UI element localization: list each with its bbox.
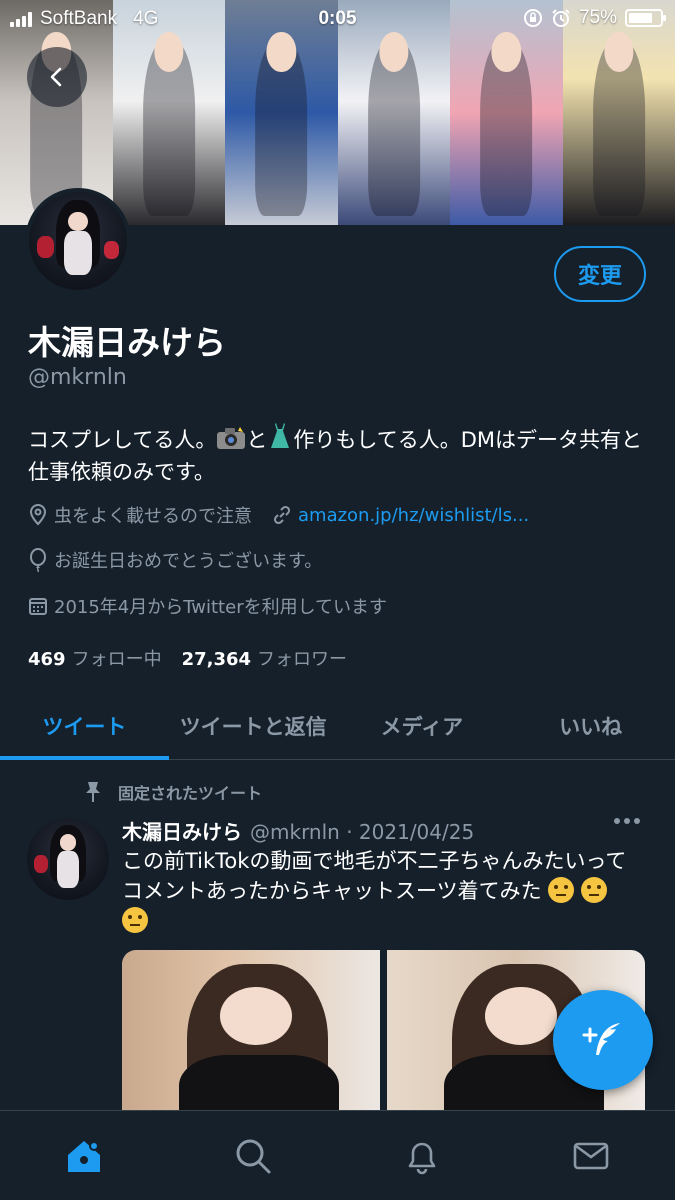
battery-icon <box>625 9 666 27</box>
pin-icon <box>86 782 100 802</box>
compose-tweet-icon <box>582 1023 620 1055</box>
more-horizontal-icon[interactable] <box>614 818 640 824</box>
profile-avatar[interactable] <box>25 188 131 294</box>
followers-link[interactable]: 27,364 フォロワー <box>182 645 347 671</box>
nav-notifications[interactable] <box>338 1111 507 1200</box>
profile-location: 虫をよく載せるので注意 <box>54 506 252 527</box>
edit-profile-button[interactable]: 変更 <box>554 246 646 302</box>
search-icon <box>236 1139 271 1173</box>
pinned-tweet-label: 固定されたツイート <box>82 780 262 804</box>
profile-meta-row: お誕生日おめでとうございます。 <box>28 547 322 573</box>
rotation-lock-icon <box>523 9 542 27</box>
profile-birthday: お誕生日おめでとうございます。 <box>54 551 323 572</box>
tweet-author-meta: @mkrnln · 2021/04/25 <box>250 820 475 844</box>
nav-home[interactable] <box>0 1111 169 1200</box>
pinned-label-text: 固定されたツイート <box>118 784 263 803</box>
tweet-header: 木漏日みけら @mkrnln · 2021/04/25 <box>122 816 474 845</box>
thinking-face-emoji-icon <box>580 877 607 903</box>
tab-tweets[interactable]: ツイート <box>0 692 169 760</box>
home-icon <box>68 1140 101 1172</box>
dress-emoji-icon <box>271 423 290 448</box>
chevron-left-icon <box>50 67 62 87</box>
tweet-media-image[interactable] <box>122 950 380 1120</box>
display-name: 木漏日みけら <box>28 323 226 362</box>
link-icon <box>273 505 291 525</box>
profile-bio: コスプレしてる人。と作りもしてる人。DMはデータ共有と仕事依頼のみです。 <box>28 422 648 488</box>
bottom-navigation <box>0 1110 675 1200</box>
tab-likes[interactable]: いいね <box>506 692 675 759</box>
tab-media[interactable]: メディア <box>338 692 507 759</box>
compose-tweet-button[interactable] <box>553 990 653 1090</box>
thinking-face-emoji-icon <box>122 907 148 933</box>
tweet-text: この前TikTokの動画で地毛が不二子ちゃんみたいってコメントあったからキャット… <box>122 846 632 936</box>
following-count: 469 <box>28 649 66 670</box>
tab-tweets-and-replies[interactable]: ツイートと返信 <box>169 692 338 759</box>
alarm-icon <box>552 9 570 27</box>
location-pin-icon <box>29 504 47 526</box>
profile-website-link[interactable]: amazon.jp/hz/wishlist/ls... <box>298 505 529 526</box>
camera-flash-emoji-icon <box>217 427 246 449</box>
tweet-author-avatar[interactable] <box>27 818 109 900</box>
nav-messages[interactable] <box>506 1111 675 1200</box>
profile-tabs: ツイート ツイートと返信 メディア いいね <box>0 692 675 760</box>
calendar-icon <box>29 598 47 615</box>
back-button[interactable] <box>27 47 87 107</box>
balloon-icon <box>30 548 46 572</box>
tweet-author-name[interactable]: 木漏日みけら <box>122 816 242 845</box>
nav-search[interactable] <box>169 1111 338 1200</box>
profile-joined-date: 2015年4月からTwitterを利用しています <box>54 597 388 618</box>
following-link[interactable]: 469 フォロー中 <box>28 645 162 671</box>
profile-meta-row: 2015年4月からTwitterを利用しています <box>28 593 387 619</box>
followers-count: 27,364 <box>181 649 252 670</box>
followers-label: フォロワー <box>257 649 348 670</box>
status-bar: SoftBank 4G 0:05 75% <box>0 0 675 40</box>
user-handle: @mkrnln <box>28 365 127 390</box>
following-label: フォロー中 <box>71 649 162 670</box>
bio-text: と <box>246 428 268 452</box>
mail-icon <box>573 1142 608 1169</box>
follow-stats: 469 フォロー中 27,364 フォロワー <box>28 645 347 671</box>
battery-percent: 75% <box>578 7 617 28</box>
thinking-face-emoji-icon <box>548 877 575 903</box>
profile-meta-row: 虫をよく載せるので注意 amazon.jp/hz/wishlist/ls... <box>28 502 529 528</box>
bell-icon <box>408 1142 436 1174</box>
bio-text: コスプレしてる人。 <box>28 428 217 452</box>
